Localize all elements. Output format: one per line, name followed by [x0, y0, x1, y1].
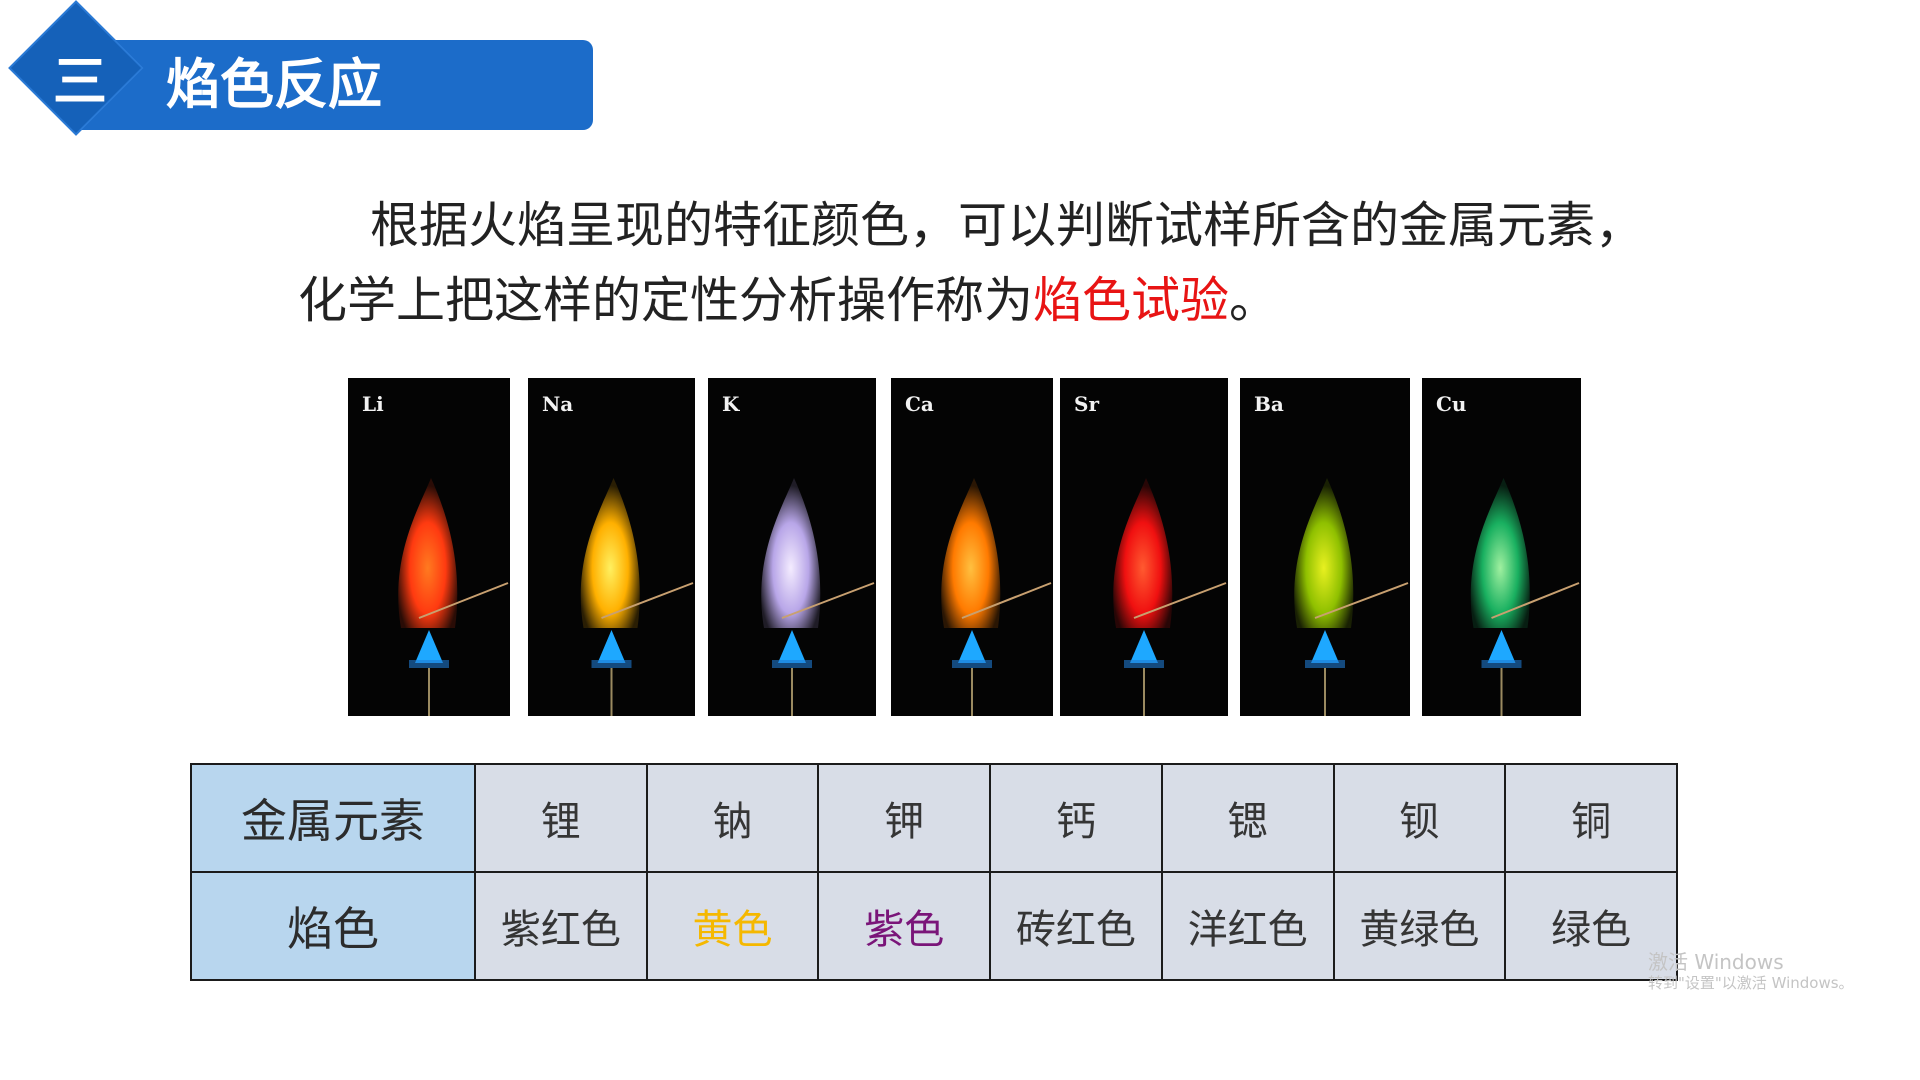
flame-color-table: 金属元素 锂 钠 钾 钙 锶 钡 铜 焰色 紫红色 黄色 紫色 砖红色 洋红色 …: [190, 763, 1678, 981]
activate-windows-watermark: 激活 Windows: [1648, 950, 1784, 974]
color-cell-ca: 砖红色: [989, 871, 1163, 981]
flame-photo-cu: Cu: [1422, 378, 1581, 716]
row-header-elements: 金属元素: [190, 763, 476, 873]
color-cell-li: 紫红色: [473, 871, 648, 981]
flame-illustration: [1294, 478, 1409, 716]
element-cell-na: 钠: [645, 763, 820, 873]
flame-illustration: [580, 478, 694, 716]
flame-illustration: [761, 478, 875, 716]
flame-photo-ca: Ca: [891, 378, 1053, 716]
element-symbol-label: K: [722, 392, 740, 416]
element-cell-cu: 铜: [1504, 763, 1678, 873]
color-cell-k: 紫色: [817, 871, 992, 981]
flame-illustration: [1470, 478, 1580, 716]
flame-photo-li: Li: [348, 378, 510, 716]
row-header-colors: 焰色: [190, 871, 476, 981]
section-number: 三: [53, 50, 107, 113]
color-cell-sr: 洋红色: [1160, 871, 1335, 981]
element-symbol-label: Li: [362, 392, 384, 416]
section-title: 焰色反应: [166, 53, 382, 116]
flame-test-photos: Li Na K Ca Sr Ba Cu: [348, 378, 1581, 716]
element-cell-ba: 钡: [1332, 763, 1507, 873]
flame-photo-na: Na: [528, 378, 695, 716]
paragraph-text: 根据火焰呈现的特征颜色，可以判断试样所含的金属元素，化学上把这样的定性分析操作称…: [298, 197, 1645, 329]
flame-photo-ba: Ba: [1240, 378, 1410, 716]
element-symbol-label: Cu: [1436, 392, 1467, 416]
flame-illustration: [398, 478, 509, 716]
activate-windows-hint: 转到"设置"以激活 Windows。: [1648, 974, 1854, 992]
element-symbol-label: Na: [542, 392, 574, 416]
table-row-colors: 焰色 紫红色 黄色 紫色 砖红色 洋红色 黄绿色 绿色: [190, 871, 1678, 981]
flame-illustration: [941, 478, 1052, 716]
element-cell-sr: 锶: [1160, 763, 1335, 873]
color-cell-ba: 黄绿色: [1332, 871, 1507, 981]
paragraph-end: 。: [1229, 272, 1279, 329]
flame-photo-sr: Sr: [1060, 378, 1228, 716]
color-cell-na: 黄色: [645, 871, 820, 981]
element-cell-ca: 钙: [989, 763, 1163, 873]
element-symbol-label: Sr: [1074, 392, 1099, 416]
flame-illustration: [1113, 478, 1227, 716]
flame-photo-k: K: [708, 378, 876, 716]
table-row-elements: 金属元素 锂 钠 钾 钙 锶 钡 铜: [190, 763, 1678, 873]
paragraph-highlight: 焰色试验: [1033, 272, 1230, 329]
element-cell-k: 钾: [817, 763, 992, 873]
element-symbol-label: Ba: [1254, 392, 1284, 416]
element-cell-li: 锂: [473, 763, 648, 873]
element-symbol-label: Ca: [905, 392, 934, 416]
definition-paragraph: 根据火焰呈现的特征颜色，可以判断试样所含的金属元素，化学上把这样的定性分析操作称…: [298, 188, 1688, 338]
